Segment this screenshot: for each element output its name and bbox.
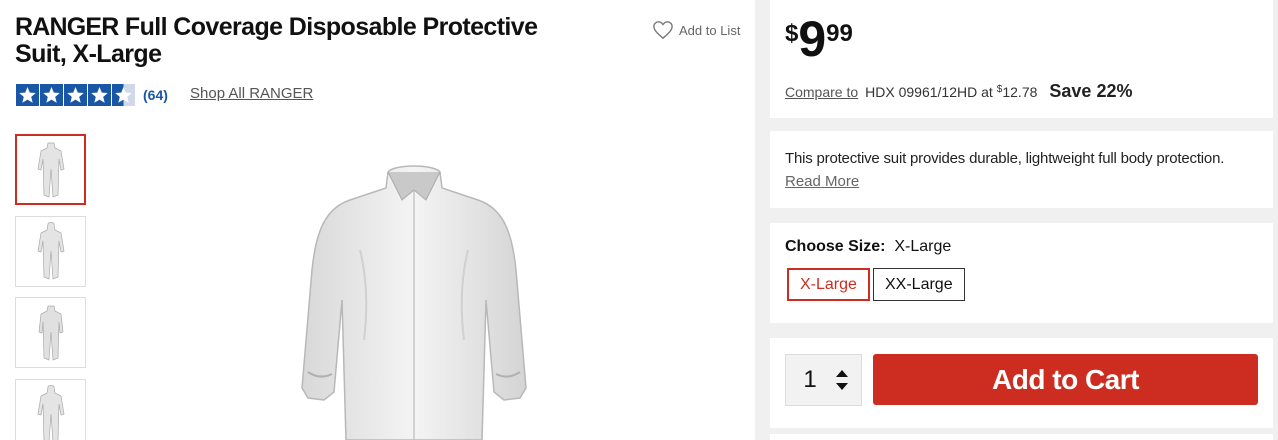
suit-thumbnail-image [37,142,64,198]
quantity-arrows [834,368,850,392]
star-icon [64,84,87,106]
thumbnail-1[interactable] [15,134,86,205]
size-option-x-large[interactable]: X-Large [787,268,870,301]
size-card: Choose Size: X-Large X-Large XX-Large [770,223,1273,323]
compare-price: $12.78 [997,84,1038,100]
choose-size-label: Choose Size: [785,238,886,255]
suit-thumbnail-image [37,221,64,280]
thumbnail-2[interactable] [15,216,86,287]
savings-badge: Save 22% [1049,81,1133,101]
read-more-link[interactable]: Read More [785,173,859,190]
star-icon [88,84,111,106]
shop-all-brand-link[interactable]: Shop All RANGER [190,85,313,102]
star-icon [16,84,39,106]
compare-to-link[interactable]: Compare to [785,84,858,100]
compare-amount: 12.78 [1002,84,1038,100]
suit-thumbnail-image [37,384,64,440]
product-title: RANGER Full Coverage Disposable Protecti… [15,14,575,68]
rating-stars[interactable]: (64) [16,84,168,106]
add-to-list-button[interactable]: Add to List [652,20,740,40]
price-card: $ 9 99 Compare to HDX 09961/12HD at $12.… [770,0,1273,118]
cart-card: 1 Add to Cart [770,338,1273,428]
star-icon [112,84,135,106]
next-card-edge [770,434,1273,440]
description-card: This protective suit provides durable, l… [770,131,1273,208]
product-price: $ 9 99 [785,12,853,66]
price-dollars: 9 [798,11,826,67]
size-label: Choose Size: X-Large [785,238,951,256]
thumbnail-4[interactable] [15,379,86,440]
suit-thumbnail-image [38,305,63,361]
product-description: This protective suit provides durable, l… [785,150,1225,167]
star-icon [40,84,63,106]
review-count[interactable]: (64) [143,87,168,103]
product-media-panel: RANGER Full Coverage Disposable Protecti… [0,0,755,440]
stars-group [16,84,135,106]
price-currency: $ [785,20,799,47]
product-brand: RANGER [15,13,119,41]
quantity-stepper[interactable]: 1 [785,354,862,406]
compare-row: Compare to HDX 09961/12HD at $12.78 Save… [785,81,1132,102]
add-to-cart-button[interactable]: Add to Cart [873,354,1258,405]
quantity-value[interactable]: 1 [786,366,834,394]
compare-product: HDX 09961/12HD at [865,84,993,100]
chevron-up-icon[interactable] [834,368,850,378]
chevron-down-icon[interactable] [834,382,850,392]
add-to-list-label: Add to List [679,22,741,38]
selected-size-value: X-Large [894,238,952,255]
product-main-image[interactable] [290,160,540,440]
price-cents: 99 [826,20,853,47]
size-option-xx-large[interactable]: XX-Large [873,268,965,301]
heart-icon [653,21,673,40]
thumbnail-3[interactable] [15,297,86,368]
